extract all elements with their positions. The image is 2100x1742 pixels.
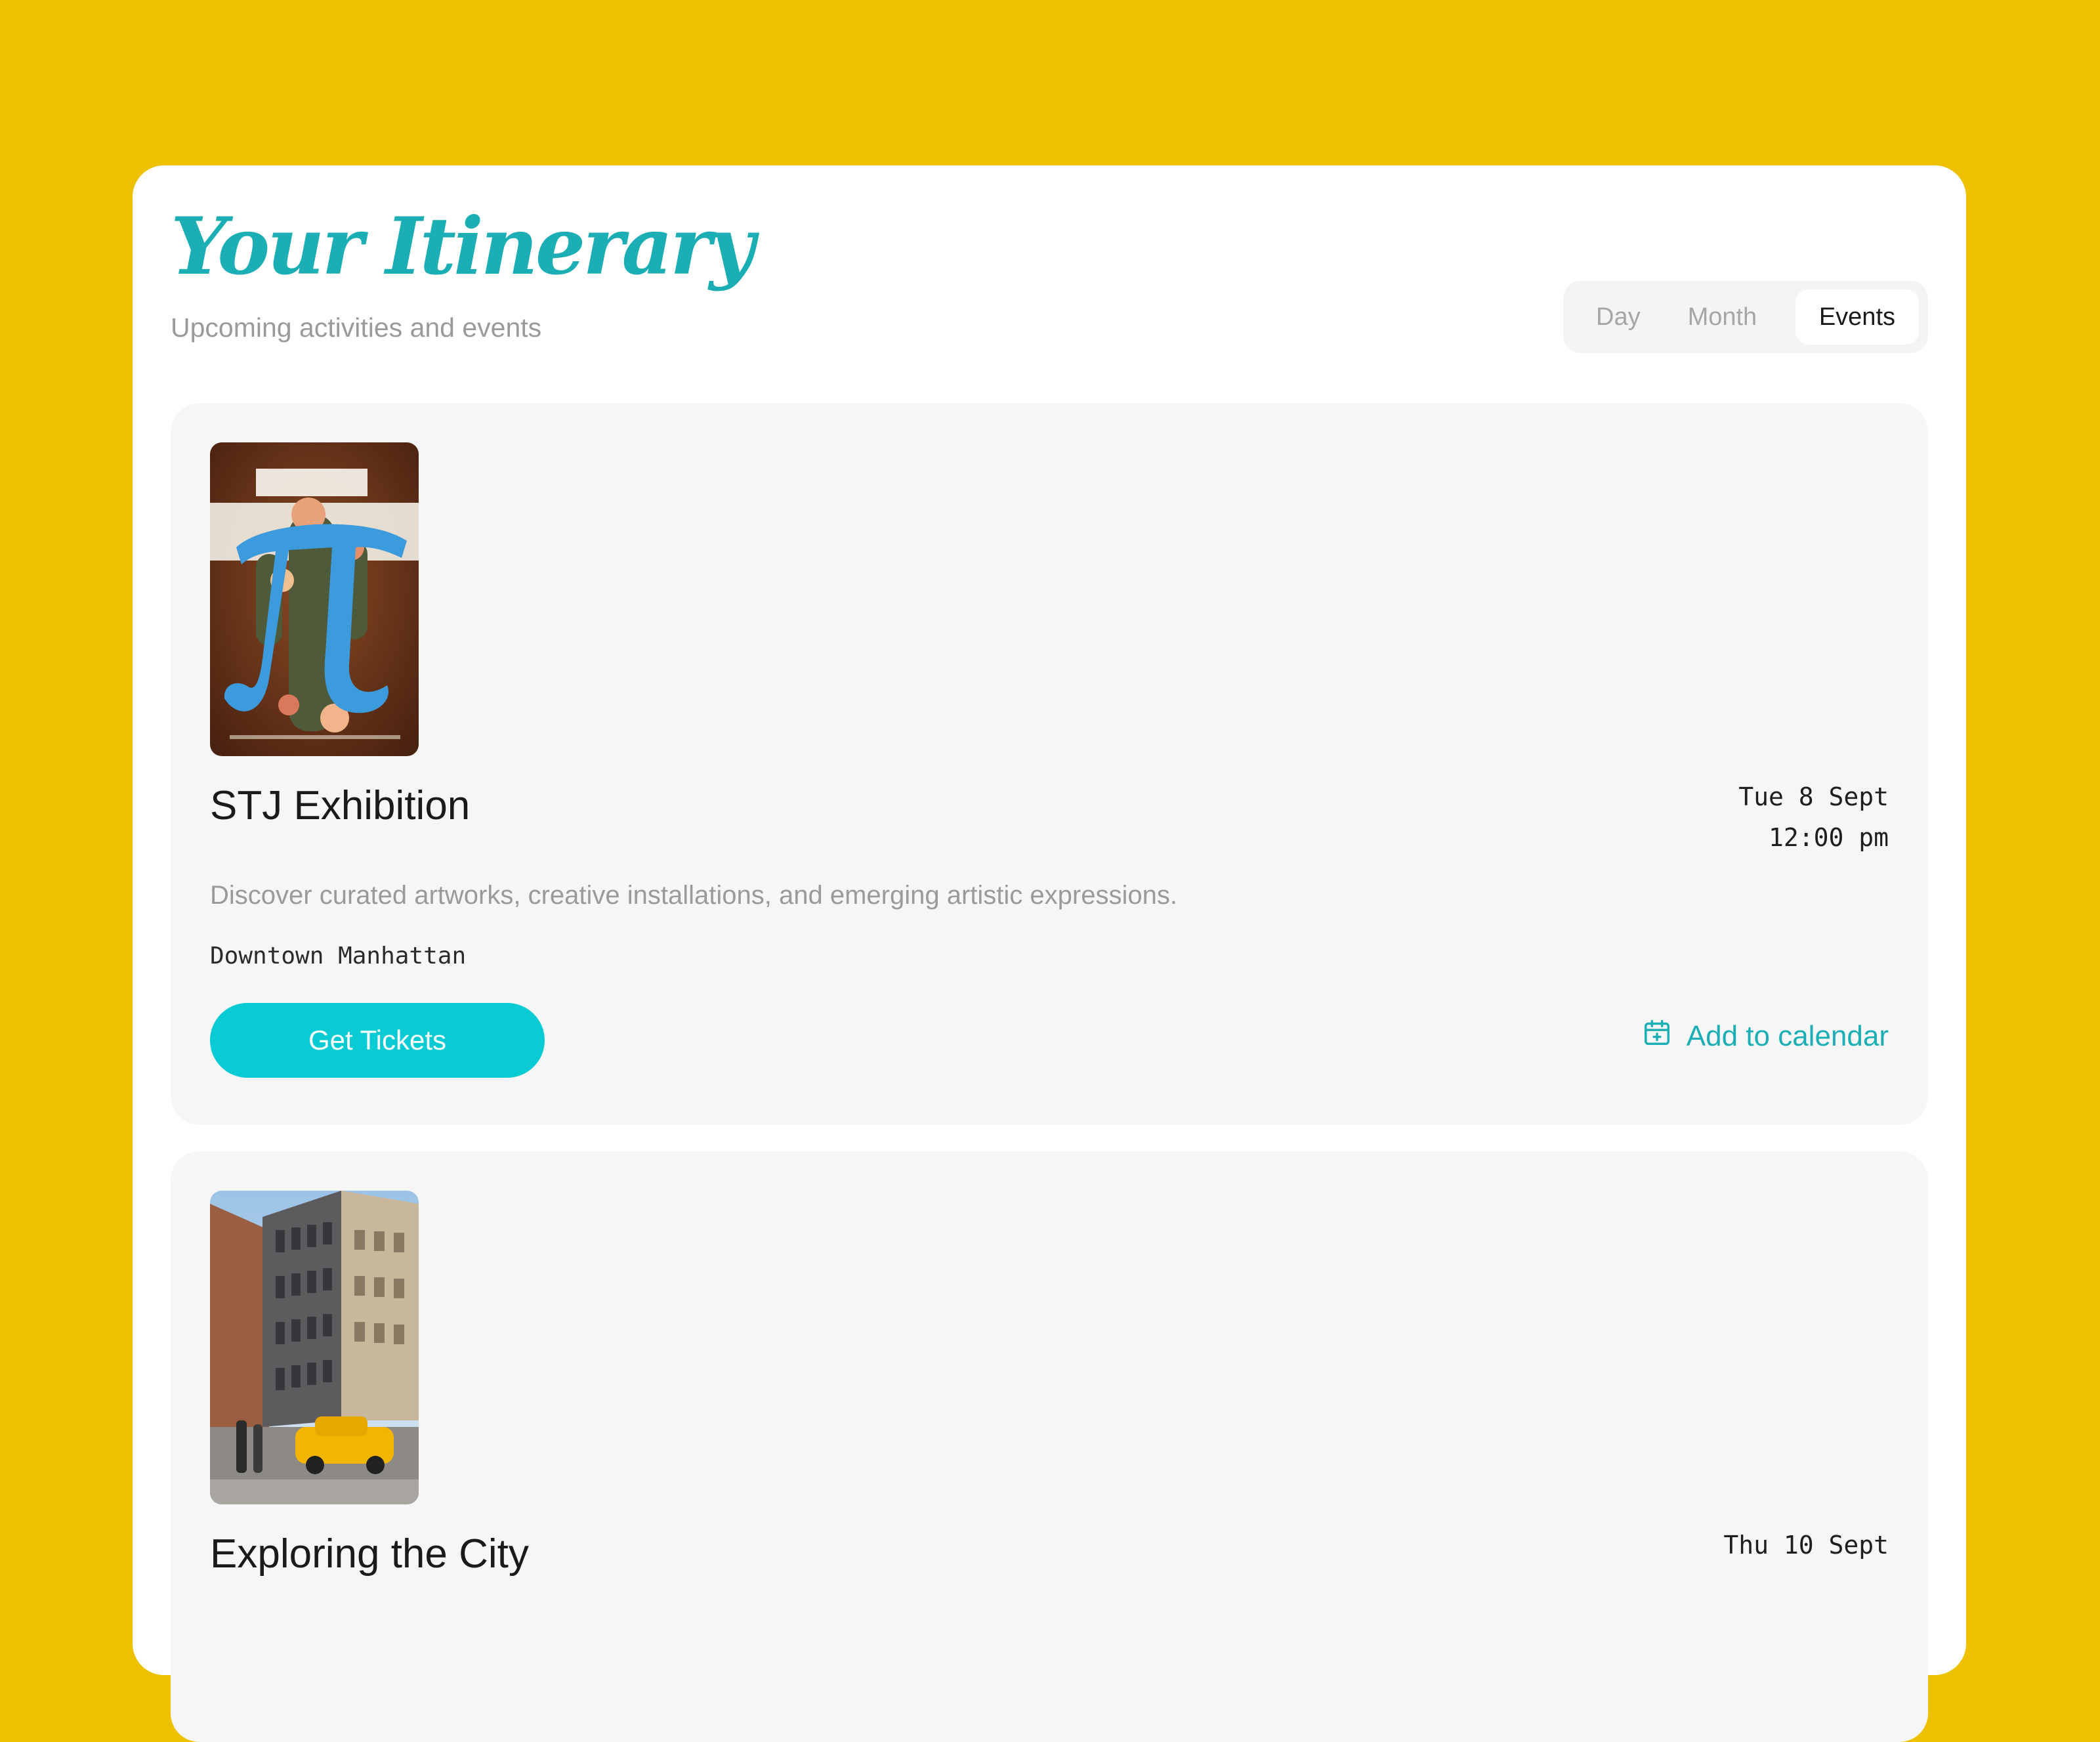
event-title: STJ Exhibition — [210, 783, 471, 828]
view-switcher: Day Month Events — [1563, 281, 1928, 353]
itinerary-panel: Your Itinerary Upcoming activities and e… — [133, 165, 1966, 1742]
event-card: Exploring the City Thu 10 Sept — [171, 1151, 1928, 1742]
event-date: Thu 10 Sept — [1723, 1531, 1889, 1560]
event-city-image — [210, 1191, 419, 1504]
page-subtitle: Upcoming activities and events — [171, 312, 542, 343]
event-date: Tue 8 Sept — [1738, 782, 1889, 811]
tab-day[interactable]: Day — [1572, 289, 1664, 345]
add-to-calendar-label: Add to calendar — [1686, 1019, 1889, 1052]
tab-month[interactable]: Month — [1664, 289, 1781, 345]
add-to-calendar-link[interactable]: Add to calendar — [1642, 1017, 1889, 1055]
page-title: Your Itinerary — [171, 200, 755, 293]
event-description: Discover curated artworks, creative inst… — [210, 881, 1177, 910]
get-tickets-button[interactable]: Get Tickets — [210, 1003, 545, 1078]
tab-events[interactable]: Events — [1795, 289, 1919, 345]
event-location: Downtown Manhattan — [210, 943, 467, 969]
event-time: 12:00 pm — [1768, 823, 1889, 852]
calendar-plus-icon — [1642, 1017, 1672, 1055]
event-title: Exploring the City — [210, 1531, 529, 1577]
event-poster-image — [210, 442, 419, 756]
event-card: STJ Exhibition Tue 8 Sept 12:00 pm Disco… — [171, 403, 1928, 1125]
